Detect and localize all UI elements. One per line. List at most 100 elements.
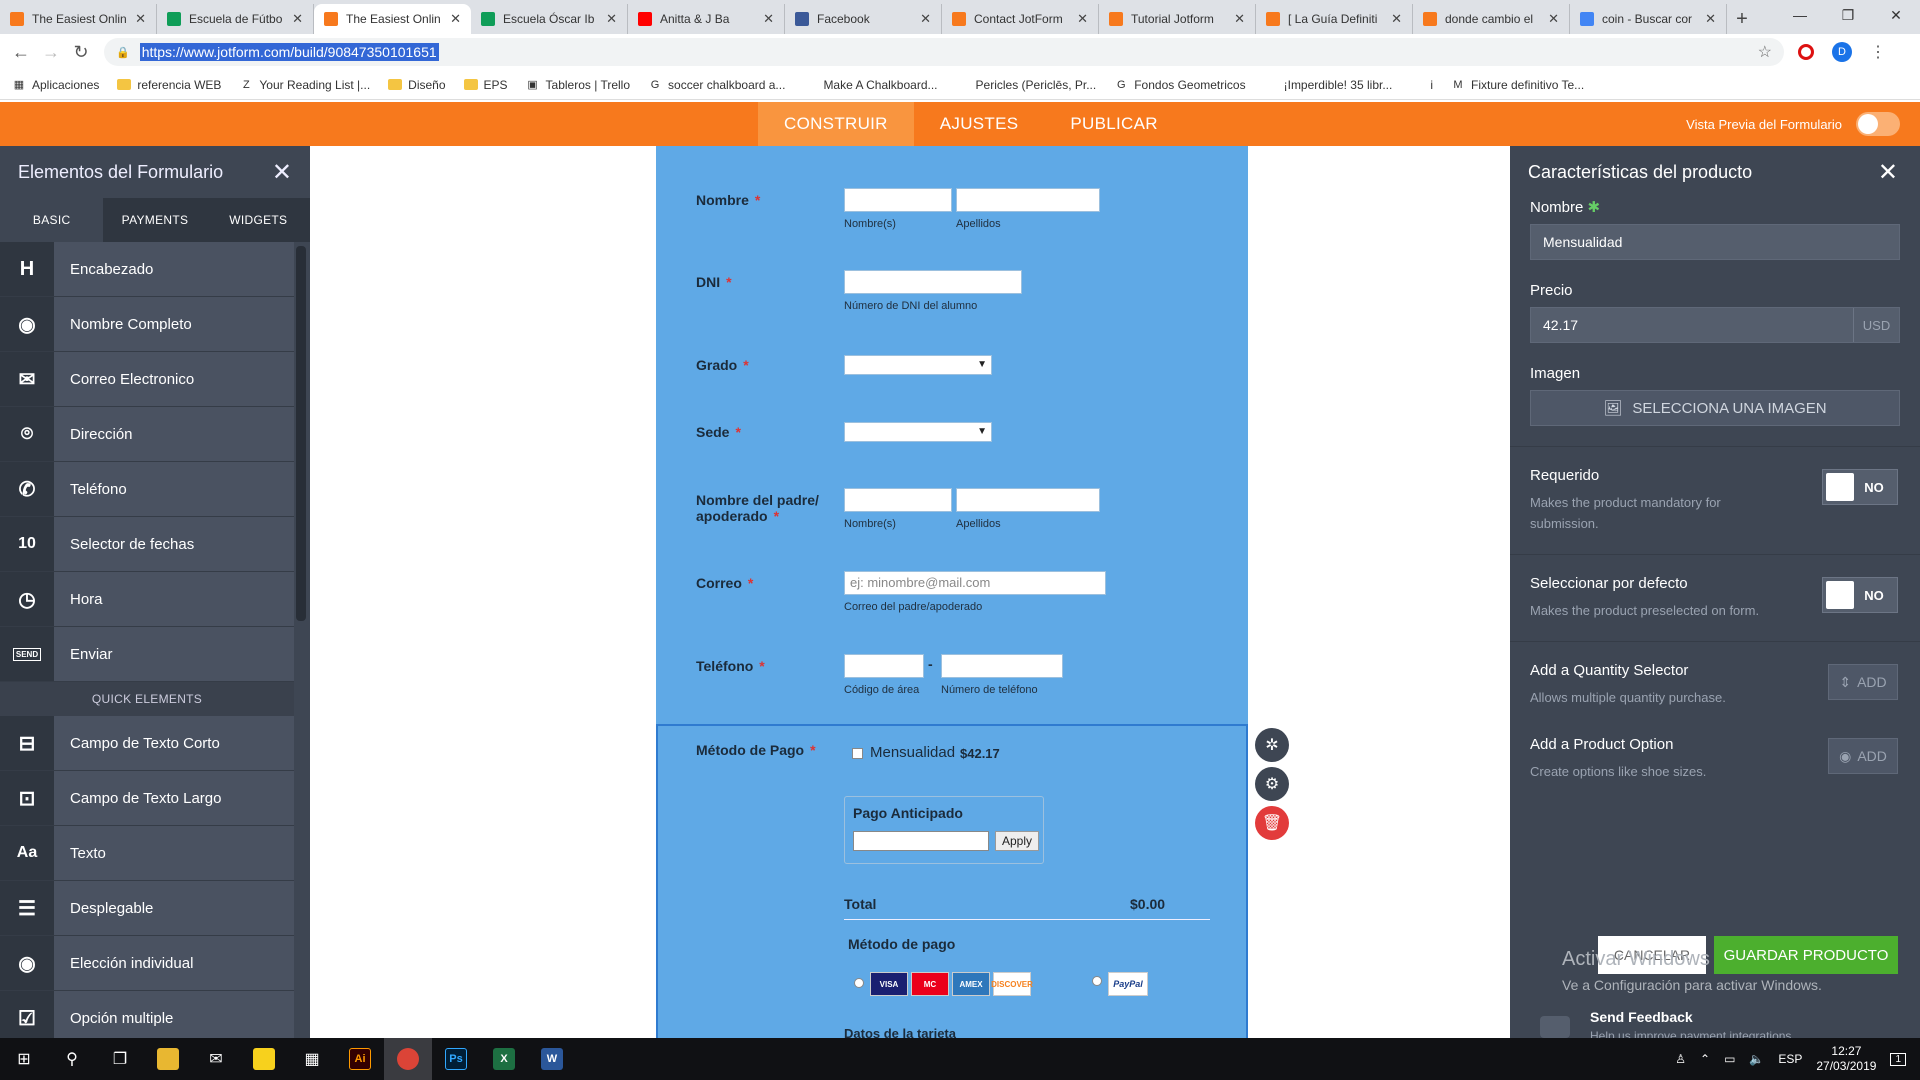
browser-tab[interactable]: Escuela Óscar Ib ✕ bbox=[471, 4, 628, 34]
bookmark-item[interactable]: Make A Chalkboard... bbox=[803, 78, 937, 92]
tab-widgets[interactable]: WIDGETS bbox=[207, 198, 310, 242]
chevron-up-icon[interactable]: ⌃ bbox=[1700, 1052, 1710, 1066]
close-tab-icon[interactable]: ✕ bbox=[1391, 11, 1402, 27]
close-tab-icon[interactable]: ✕ bbox=[920, 11, 931, 27]
default-toggle[interactable]: NO bbox=[1822, 577, 1898, 613]
language-indicator[interactable]: ESP bbox=[1778, 1052, 1802, 1066]
browser-tab[interactable]: The Easiest Onlin ✕ bbox=[314, 4, 471, 34]
sede-select[interactable]: ▼ bbox=[844, 422, 992, 442]
close-tab-icon[interactable]: ✕ bbox=[292, 11, 303, 27]
email-input[interactable]: ej: minombre@mail.com bbox=[844, 571, 1106, 595]
close-tab-icon[interactable]: ✕ bbox=[606, 11, 617, 27]
form-element-item[interactable]: ☰ Desplegable bbox=[0, 881, 294, 936]
menu-kebab-icon[interactable]: ⋮ bbox=[1870, 42, 1886, 62]
form-element-item[interactable]: ✆ Teléfono bbox=[0, 462, 294, 517]
browser-tab[interactable]: Anitta & J Ba ✕ bbox=[628, 4, 785, 34]
tab-basic[interactable]: BASIC bbox=[0, 198, 104, 242]
browser-tab[interactable]: donde cambio el ✕ bbox=[1413, 4, 1570, 34]
bookmark-item[interactable]: EPS bbox=[463, 78, 508, 92]
first-name-input[interactable] bbox=[844, 188, 952, 212]
browser-tab[interactable]: Escuela de Fútbo ✕ bbox=[157, 4, 314, 34]
tab-payments[interactable]: PAYMENTS bbox=[103, 198, 206, 242]
select-image-button[interactable]: 🖼 SELECCIONA UNA IMAGEN bbox=[1530, 390, 1900, 426]
last-name-input[interactable] bbox=[956, 188, 1100, 212]
add-option-button[interactable]: ◉ ADD bbox=[1828, 738, 1898, 774]
browser-tab[interactable]: Contact JotForm ✕ bbox=[942, 4, 1099, 34]
reload-icon[interactable]: ↻ bbox=[68, 42, 94, 63]
calculator-icon[interactable]: ▦ bbox=[288, 1038, 336, 1080]
form-element-item[interactable]: ⊡ Campo de Texto Largo bbox=[0, 771, 294, 826]
forward-arrow-icon[interactable]: → bbox=[38, 42, 64, 63]
area-code-input[interactable] bbox=[844, 654, 924, 678]
close-tab-icon[interactable]: ✕ bbox=[763, 11, 774, 27]
magic-wand-icon[interactable]: ✲ bbox=[1255, 728, 1289, 762]
grado-select[interactable]: ▼ bbox=[844, 355, 992, 375]
browser-tab[interactable]: Tutorial Jotform ✕ bbox=[1099, 4, 1256, 34]
sticky-notes-icon[interactable] bbox=[240, 1038, 288, 1080]
payment-field-selected[interactable]: Método de Pago * Mensualidad $42.17 Pago … bbox=[656, 724, 1248, 1038]
browser-tab[interactable]: Facebook ✕ bbox=[785, 4, 942, 34]
form-element-item[interactable]: ⊟ Campo de Texto Corto bbox=[0, 716, 294, 771]
product-name-input[interactable]: Mensualidad bbox=[1530, 224, 1900, 260]
nav-construir[interactable]: CONSTRUIR bbox=[758, 102, 914, 146]
clock[interactable]: 12:27 27/03/2019 bbox=[1816, 1044, 1876, 1074]
form-element-item[interactable]: ◉ Elección individual bbox=[0, 936, 294, 991]
minimize-icon[interactable]: — bbox=[1776, 0, 1824, 30]
preview-switch[interactable] bbox=[1856, 112, 1900, 136]
bookmark-item[interactable]: ▦ Aplicaciones bbox=[12, 78, 100, 92]
network-icon[interactable]: ▭ bbox=[1724, 1052, 1735, 1066]
gear-icon[interactable]: ⚙ bbox=[1255, 767, 1289, 801]
word-icon[interactable]: W bbox=[528, 1038, 576, 1080]
nav-ajustes[interactable]: AJUSTES bbox=[914, 102, 1045, 146]
send-feedback[interactable]: Send Feedback Help us improve payment int… bbox=[1540, 1008, 1791, 1038]
form-element-item[interactable]: ⌾ Dirección bbox=[0, 407, 294, 462]
bookmark-item[interactable]: M Fixture definitivo Te... bbox=[1451, 78, 1584, 92]
restore-icon[interactable]: ❐ bbox=[1824, 0, 1872, 30]
bookmark-item[interactable]: referencia WEB bbox=[117, 78, 221, 92]
product-price-input[interactable]: 42.17 USD bbox=[1530, 307, 1900, 343]
opera-extension-icon[interactable] bbox=[1798, 44, 1814, 60]
form-preview-toggle[interactable]: Vista Previa del Formulario bbox=[1686, 102, 1900, 146]
add-quantity-button[interactable]: ⇕ ADD bbox=[1828, 664, 1898, 700]
coupon-input[interactable] bbox=[853, 831, 989, 851]
mail-icon[interactable]: ✉ bbox=[192, 1038, 240, 1080]
form-element-item[interactable]: ✉ Correo Electronico bbox=[0, 352, 294, 407]
back-arrow-icon[interactable]: ← bbox=[8, 42, 34, 63]
paypal-radio[interactable] bbox=[1092, 976, 1102, 986]
product-checkbox[interactable] bbox=[852, 748, 863, 759]
browser-tab[interactable]: The Easiest Onlin ✕ bbox=[0, 4, 157, 34]
browser-tab[interactable]: coin - Buscar cor ✕ bbox=[1570, 4, 1727, 34]
excel-icon[interactable]: X bbox=[480, 1038, 528, 1080]
windows-start-icon[interactable]: ⊞ bbox=[0, 1038, 48, 1080]
bookmark-item[interactable]: ▣ Tableros | Trello bbox=[526, 78, 630, 92]
form-element-item[interactable]: Aa Texto bbox=[0, 826, 294, 881]
volume-icon[interactable]: 🔈 bbox=[1749, 1052, 1764, 1066]
bookmark-star-icon[interactable]: ☆ bbox=[1758, 42, 1772, 62]
form-element-item[interactable]: ☑ Opción multiple bbox=[0, 991, 294, 1038]
form-element-item[interactable]: SEND Enviar bbox=[0, 627, 294, 682]
photoshop-icon[interactable]: Ps bbox=[432, 1038, 480, 1080]
close-tab-icon[interactable]: ✕ bbox=[450, 11, 461, 27]
close-icon[interactable]: ✕ bbox=[272, 158, 292, 187]
bookmark-item[interactable]: ¡Imperdible! 35 libr... bbox=[1264, 78, 1393, 92]
bookmark-item[interactable]: G Fondos Geometricos bbox=[1114, 78, 1246, 92]
panel-scrollbar[interactable] bbox=[296, 246, 306, 621]
close-tab-icon[interactable]: ✕ bbox=[135, 11, 146, 27]
people-icon[interactable]: ♙ bbox=[1675, 1052, 1686, 1066]
illustrator-icon[interactable]: Ai bbox=[336, 1038, 384, 1080]
close-tab-icon[interactable]: ✕ bbox=[1548, 11, 1559, 27]
close-tab-icon[interactable]: ✕ bbox=[1234, 11, 1245, 27]
browser-tab[interactable]: [ La Guía Definiti ✕ bbox=[1256, 4, 1413, 34]
task-view-icon[interactable]: ❐ bbox=[96, 1038, 144, 1080]
form-element-item[interactable]: ◷ Hora bbox=[0, 572, 294, 627]
search-icon[interactable]: ⚲ bbox=[48, 1038, 96, 1080]
form-element-item[interactable]: ◉ Nombre Completo bbox=[0, 297, 294, 352]
bookmark-item[interactable]: i bbox=[1410, 78, 1433, 92]
save-product-button[interactable]: GUARDAR PRODUCTO bbox=[1714, 936, 1898, 974]
apply-coupon-button[interactable]: Apply bbox=[995, 831, 1039, 851]
bookmark-item[interactable]: Diseño bbox=[388, 78, 446, 92]
close-tab-icon[interactable]: ✕ bbox=[1077, 11, 1088, 27]
cancel-button[interactable]: CANCELAR bbox=[1598, 936, 1706, 974]
new-tab-icon[interactable]: + bbox=[1727, 4, 1757, 34]
close-tab-icon[interactable]: ✕ bbox=[1705, 11, 1716, 27]
